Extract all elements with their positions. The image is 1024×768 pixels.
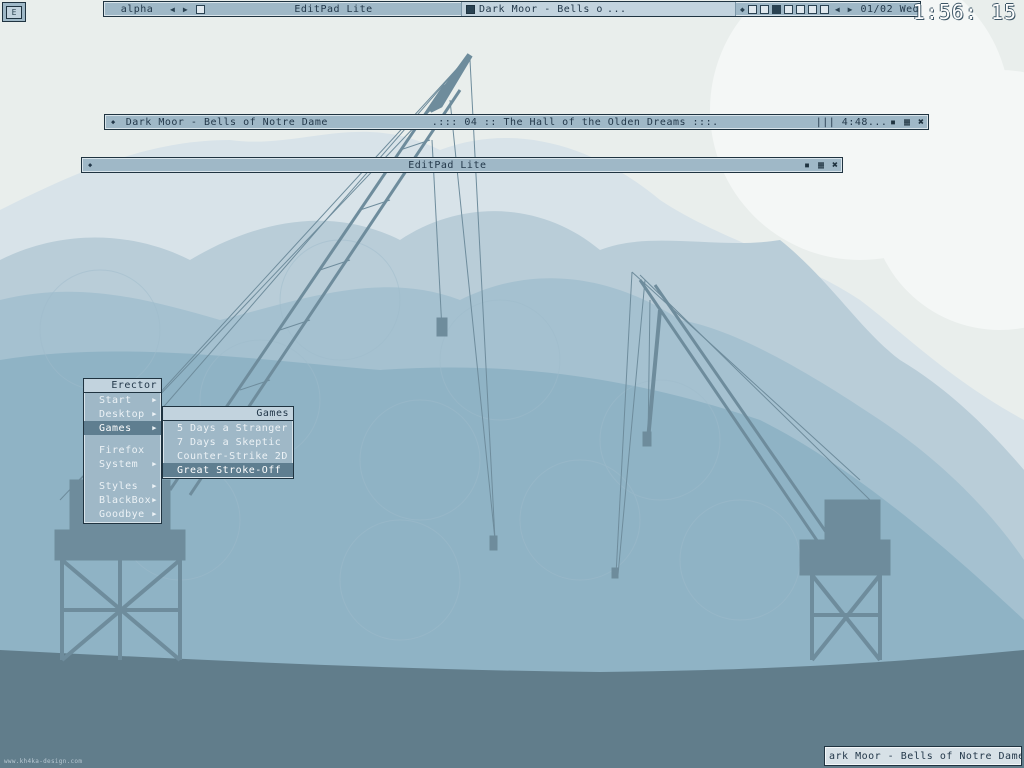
- toolbar-window-label[interactable]: EditPad Lite: [206, 2, 461, 16]
- maximize-icon[interactable]: ▦: [902, 117, 912, 128]
- workspace-switcher: ◀ ▶: [166, 2, 206, 16]
- menu-item-label: Counter-Strike 2D: [177, 450, 288, 462]
- menu-item-label: Great Stroke-Off: [177, 464, 282, 476]
- tray-app-icon-2[interactable]: [759, 4, 769, 14]
- active-task-label: Dark Moor - Bells of Notre Dame: [479, 3, 603, 15]
- menu-item-firefox[interactable]: Firefox: [84, 443, 161, 457]
- menu-item-label: BlackBox: [99, 494, 152, 506]
- menu-item-label: Goodbye: [99, 508, 145, 520]
- now-playing-slit[interactable]: ark Moor - Bells of Notre Dame: [824, 746, 1022, 766]
- games-submenu: Games 5 Days a Stranger 7 Days a Skeptic…: [162, 406, 294, 479]
- tray-app-icon-3[interactable]: [771, 4, 781, 14]
- menu-item-start[interactable]: Start ▶: [84, 393, 161, 407]
- next-arrow-icon[interactable]: ▶: [848, 5, 853, 14]
- window-list-icon[interactable]: [195, 4, 205, 14]
- menu-item-label: Start: [99, 394, 132, 406]
- window-player-titlebar[interactable]: ◆ Dark Moor - Bells of Notre Dame .::: 0…: [104, 114, 929, 130]
- close-icon[interactable]: ✖: [830, 160, 840, 171]
- menu-item-counter-strike-2d[interactable]: Counter-Strike 2D: [163, 449, 293, 463]
- editpad-window-title: EditPad Lite: [408, 159, 487, 171]
- workspace-name[interactable]: alpha: [104, 2, 166, 16]
- tray-app-icon-1[interactable]: [747, 4, 757, 14]
- submenu-arrow-icon: ▶: [152, 510, 157, 518]
- menu-item-label: Games: [99, 422, 132, 434]
- next-workspace-icon[interactable]: ▶: [183, 5, 188, 14]
- menu-item-5-days-a-stranger[interactable]: 5 Days a Stranger: [163, 421, 293, 435]
- menu-item-label: Firefox: [99, 444, 145, 456]
- root-menu: Erector Start ▶ Desktop ▶ Games ▶ Firefo…: [83, 378, 162, 524]
- menu-item-great-stroke-off[interactable]: Great Stroke-Off: [163, 463, 293, 477]
- menu-item-desktop[interactable]: Desktop ▶: [84, 407, 161, 421]
- submenu-arrow-icon: ▶: [152, 460, 157, 468]
- active-task-more: ...: [607, 3, 627, 15]
- tray-app-icon-7[interactable]: [819, 4, 829, 14]
- menu-item-label: 7 Days a Skeptic: [177, 436, 282, 448]
- player-window-title: Dark Moor - Bells of Notre Dame: [125, 116, 328, 128]
- window-editpad-titlebar[interactable]: ◆ EditPad Lite ▪ ▦ ✖: [81, 157, 843, 173]
- menu-toggle-label: E: [6, 5, 22, 19]
- submenu-arrow-icon: ▶: [152, 396, 157, 404]
- toolbar-app-title: EditPad Lite: [294, 3, 373, 15]
- menu-item-system[interactable]: System ▶: [84, 457, 161, 471]
- root-menu-toggle-button[interactable]: E: [2, 2, 26, 22]
- tray-app-icon-4[interactable]: [783, 4, 793, 14]
- menu-item-goodbye[interactable]: Goodbye ▶: [84, 507, 161, 521]
- player-track-title: .::: 04 :: The Hall of the Olden Dreams …: [431, 116, 719, 128]
- date-area: ◀ ▶ 01/02 Wed: [829, 2, 919, 16]
- close-icon[interactable]: ✖: [916, 117, 926, 128]
- minimize-icon[interactable]: ▪: [802, 160, 812, 171]
- date-label: 01/02 Wed: [860, 3, 920, 15]
- submenu-arrow-icon: ▶: [152, 496, 157, 504]
- menu-item-label: 5 Days a Stranger: [177, 422, 288, 434]
- maximize-icon[interactable]: ▦: [816, 160, 826, 171]
- menu-item-label: Desktop: [99, 408, 145, 420]
- workspace-label: alpha: [120, 3, 154, 15]
- menu-separator: [84, 471, 161, 479]
- wallpaper-credit: www.kh4ka-design.com: [4, 758, 83, 765]
- tray-bullet-icon: ◆: [740, 4, 745, 14]
- submenu-arrow-icon: ▶: [152, 410, 157, 418]
- active-task-button[interactable]: Dark Moor - Bells of Notre Dame ...: [461, 2, 736, 16]
- menu-item-games[interactable]: Games ▶: [84, 421, 161, 435]
- menu-item-7-days-a-skeptic[interactable]: 7 Days a Skeptic: [163, 435, 293, 449]
- window-buttons: ▪ ▦ ✖: [888, 117, 928, 128]
- window-menu-icon[interactable]: ◆: [111, 118, 116, 126]
- submenu-arrow-icon: ▶: [152, 482, 157, 490]
- root-menu-title: Erector: [84, 379, 161, 393]
- floppy-icon: [466, 4, 475, 14]
- tray-app-icon-6[interactable]: [807, 4, 817, 14]
- minimize-icon[interactable]: ▪: [888, 117, 898, 128]
- menu-separator: [84, 435, 161, 443]
- toolbar: alpha ◀ ▶ EditPad Lite Dark Moor - Bells…: [103, 1, 921, 17]
- menu-item-label: System: [99, 458, 139, 470]
- system-tray: ◆: [736, 2, 829, 16]
- menu-item-blackbox[interactable]: BlackBox ▶: [84, 493, 161, 507]
- prev-arrow-icon[interactable]: ◀: [835, 5, 840, 14]
- submenu-arrow-icon: ▶: [152, 424, 157, 432]
- tray-app-icon-5[interactable]: [795, 4, 805, 14]
- desktop-clock: 1:56: 15: [912, 0, 1017, 24]
- player-time: ||| 4:48...: [815, 116, 888, 128]
- prev-workspace-icon[interactable]: ◀: [170, 5, 175, 14]
- menu-item-styles[interactable]: Styles ▶: [84, 479, 161, 493]
- games-menu-title: Games: [163, 407, 293, 421]
- menu-item-label: Styles: [99, 480, 139, 492]
- window-buttons: ▪ ▦ ✖: [802, 160, 842, 171]
